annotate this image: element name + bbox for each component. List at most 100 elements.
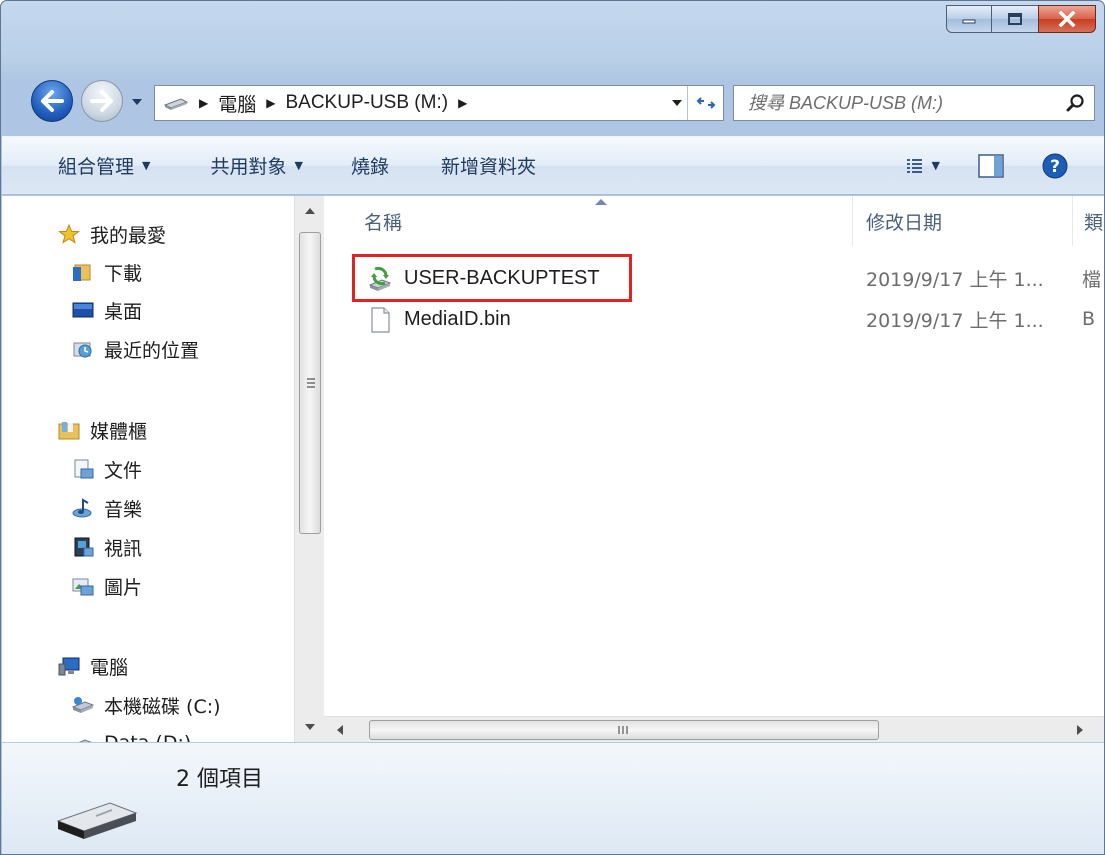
chevron-down-icon: ▼ <box>294 159 303 172</box>
nav-downloads[interactable]: 下載 <box>72 255 142 289</box>
computer-icon <box>58 657 80 676</box>
close-button[interactable] <box>1038 5 1096 33</box>
music-icon <box>72 498 92 518</box>
file-date: 2019/9/17 上午 1... <box>866 309 1044 332</box>
search-button[interactable] <box>1058 93 1094 113</box>
file-row-mediaid-bin[interactable]: MediaID.bin 2019/9/17 上午 1... B <box>354 299 1104 339</box>
refresh-button[interactable] <box>687 86 723 120</box>
file-name: MediaID.bin <box>404 307 511 330</box>
column-header-type[interactable]: 類 <box>1084 196 1103 246</box>
nav-documents[interactable]: 文件 <box>72 452 142 486</box>
arrow-right-icon <box>90 90 113 112</box>
breadcrumb-separator-icon[interactable]: ▶ <box>266 96 275 110</box>
refresh-icon <box>696 97 715 109</box>
breadcrumb-drive[interactable]: BACKUP-USB (M:) <box>285 92 448 114</box>
horizontal-scroll-thumb[interactable] <box>369 720 879 740</box>
back-button[interactable] <box>31 80 73 122</box>
nav-libraries-label: 媒體櫃 <box>90 420 148 443</box>
breadcrumb-separator-icon[interactable]: ▶ <box>458 96 467 110</box>
navigation-pane: 我的最愛 下載 桌面 最近的位置 媒體櫃 文件 音樂 視訊 圖片 電腦 本機磁碟… <box>2 196 324 742</box>
recent-places-icon <box>73 342 92 358</box>
documents-icon <box>74 459 94 479</box>
column-header-name[interactable]: 名稱 <box>364 196 402 246</box>
address-dropdown-button[interactable] <box>667 86 687 120</box>
nav-pictures[interactable]: 圖片 <box>72 569 142 603</box>
breadcrumb-separator-icon[interactable]: ▶ <box>199 96 208 110</box>
arrow-left-icon <box>41 90 64 112</box>
svg-text:?: ? <box>1050 157 1060 177</box>
help-button[interactable]: ? <box>1042 153 1068 179</box>
caption-buttons <box>946 5 1096 41</box>
nav-recent-places[interactable]: 最近的位置 <box>72 332 199 366</box>
organize-menu[interactable]: 組合管理 ▼ <box>58 152 150 179</box>
chevron-down-icon: ▼ <box>142 159 151 172</box>
scroll-left-icon <box>337 725 343 735</box>
scroll-right-button[interactable] <box>1068 715 1092 742</box>
explorer-window: ▶ 電腦 ▶ BACKUP-USB (M:) ▶ 組合管理 ▼ 共用 <box>0 0 1105 855</box>
maximize-button[interactable] <box>991 5 1039 33</box>
sort-ascending-icon <box>595 199 607 205</box>
nav-favorites-label: 我的最愛 <box>90 224 167 247</box>
local-disk-icon <box>72 697 94 713</box>
desktop-icon <box>72 302 94 318</box>
preview-pane-icon <box>978 153 1004 178</box>
scroll-up-icon <box>305 208 315 214</box>
usb-drive-icon <box>163 98 189 110</box>
preview-pane-button[interactable] <box>978 153 1004 178</box>
burn-button[interactable]: 燒錄 <box>351 152 389 179</box>
nav-desktop-label: 桌面 <box>104 300 143 323</box>
nav-favorites[interactable]: 我的最愛 <box>58 217 166 251</box>
file-list-scrollbar[interactable] <box>324 716 1104 742</box>
nav-downloads-label: 下載 <box>104 262 143 285</box>
minimize-icon <box>962 19 976 24</box>
scroll-down-button[interactable] <box>295 712 324 742</box>
file-type: 檔 <box>1082 268 1102 291</box>
nav-data-d[interactable]: Data (D:) <box>72 726 191 742</box>
nav-music[interactable]: 音樂 <box>72 491 142 525</box>
minimize-button[interactable] <box>946 5 992 33</box>
nav-local-disk-c-label: 本機磁碟 (C:) <box>104 695 221 718</box>
item-count: 2 個項目 <box>176 767 263 792</box>
video-icon <box>74 537 94 557</box>
scroll-right-icon <box>1077 725 1083 735</box>
share-menu[interactable]: 共用對象 ▼ <box>210 152 302 179</box>
file-date: 2019/9/17 上午 1... <box>866 268 1044 291</box>
forward-button[interactable] <box>81 80 123 122</box>
scroll-up-button[interactable] <box>295 196 324 226</box>
downloads-folder-icon <box>73 264 91 281</box>
nav-documents-label: 文件 <box>104 459 143 482</box>
breadcrumb-computer[interactable]: 電腦 <box>218 90 256 117</box>
search-box <box>733 85 1095 121</box>
nav-libraries[interactable]: 媒體櫃 <box>58 413 147 447</box>
scroll-down-icon <box>305 724 315 730</box>
nav-pane-scrollbar[interactable] <box>294 196 324 742</box>
file-icon <box>371 307 390 333</box>
change-view-button[interactable]: ▼ <box>906 157 940 175</box>
column-header-date[interactable]: 修改日期 <box>866 196 942 246</box>
chevron-down-icon: ▼ <box>931 159 940 172</box>
nav-desktop[interactable]: 桌面 <box>72 293 142 327</box>
search-input[interactable] <box>734 86 1058 120</box>
column-divider[interactable] <box>852 196 853 246</box>
view-details-icon <box>906 158 922 173</box>
nav-videos[interactable]: 視訊 <box>72 530 142 564</box>
command-bar: 組合管理 ▼ 共用對象 ▼ 燒錄 新增資料夾 ▼ ? <box>2 136 1104 195</box>
new-folder-button[interactable]: 新增資料夾 <box>441 152 536 179</box>
grip-icon <box>307 378 315 388</box>
nav-computer[interactable]: 電腦 <box>58 649 128 683</box>
library-icon <box>58 422 80 440</box>
nav-computer-label: 電腦 <box>90 656 129 679</box>
search-icon <box>1066 94 1084 112</box>
drive-icon <box>78 739 92 742</box>
highlight-box <box>352 254 632 302</box>
column-divider[interactable] <box>1072 196 1073 246</box>
recent-pages-dropdown[interactable] <box>131 97 143 107</box>
scroll-left-button[interactable] <box>328 715 352 742</box>
content-area: 我的最愛 下載 桌面 最近的位置 媒體櫃 文件 音樂 視訊 圖片 電腦 本機磁碟… <box>2 196 1104 742</box>
file-list-pane: 名稱 修改日期 類 USER-BACKUPTEST 2019/9/17 上午 1… <box>324 196 1104 742</box>
address-bar[interactable]: ▶ 電腦 ▶ BACKUP-USB (M:) ▶ <box>154 85 724 121</box>
nav-recent-places-label: 最近的位置 <box>104 339 200 362</box>
nav-scroll-thumb[interactable] <box>299 232 321 534</box>
nav-local-disk-c[interactable]: 本機磁碟 (C:) <box>72 688 221 722</box>
nav-videos-label: 視訊 <box>104 537 143 560</box>
